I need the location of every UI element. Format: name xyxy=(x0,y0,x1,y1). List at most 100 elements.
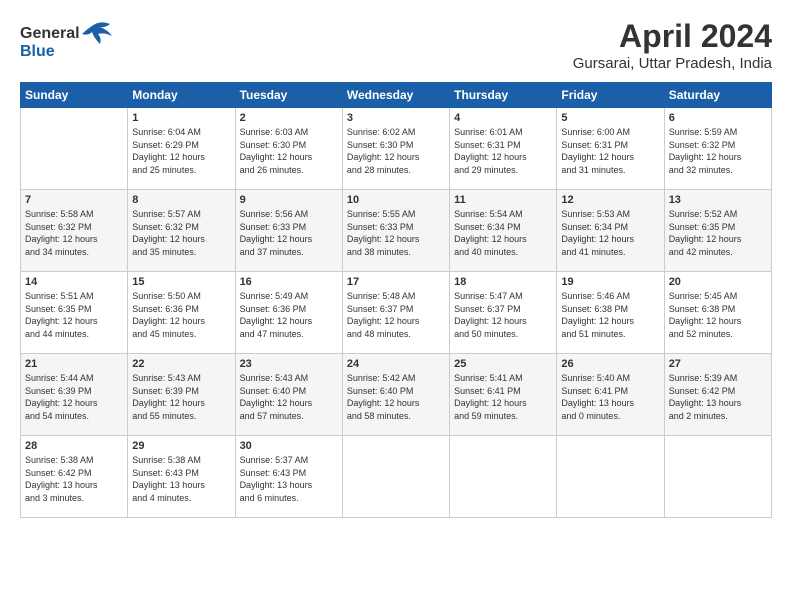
day-number: 22 xyxy=(132,358,230,370)
day-detail: Sunrise: 5:51 AM Sunset: 6:35 PM Dayligh… xyxy=(25,290,123,340)
day-detail: Sunrise: 5:37 AM Sunset: 6:43 PM Dayligh… xyxy=(240,454,338,504)
day-detail: Sunrise: 6:04 AM Sunset: 6:29 PM Dayligh… xyxy=(132,126,230,176)
day-number: 13 xyxy=(669,194,767,206)
day-detail: Sunrise: 5:48 AM Sunset: 6:37 PM Dayligh… xyxy=(347,290,445,340)
day-number: 14 xyxy=(25,276,123,288)
day-number: 26 xyxy=(561,358,659,370)
calendar-cell xyxy=(450,436,557,518)
col-header-thursday: Thursday xyxy=(450,83,557,108)
calendar-cell: 7 Sunrise: 5:58 AM Sunset: 6:32 PM Daylig… xyxy=(21,190,128,272)
calendar-cell: 20Sunrise: 5:45 AM Sunset: 6:38 PM Dayli… xyxy=(664,272,771,354)
col-header-sunday: Sunday xyxy=(21,83,128,108)
day-detail: Sunrise: 6:01 AM Sunset: 6:31 PM Dayligh… xyxy=(454,126,552,176)
header-row: SundayMondayTuesdayWednesdayThursdayFrid… xyxy=(21,83,772,108)
calendar-cell: 24 Sunrise: 5:42 AM Sunset: 6:40 PM Dayli… xyxy=(342,354,449,436)
calendar-cell: 17 Sunrise: 5:48 AM Sunset: 6:37 PM Dayli… xyxy=(342,272,449,354)
calendar-cell: 29Sunrise: 5:38 AM Sunset: 6:43 PM Dayli… xyxy=(128,436,235,518)
day-number: 18 xyxy=(454,276,552,288)
day-detail: Sunrise: 5:57 AM Sunset: 6:32 PM Dayligh… xyxy=(132,208,230,258)
calendar-cell: 30 Sunrise: 5:37 AM Sunset: 6:43 PM Dayli… xyxy=(235,436,342,518)
day-number: 30 xyxy=(240,440,338,452)
calendar-cell: 27Sunrise: 5:39 AM Sunset: 6:42 PM Dayli… xyxy=(664,354,771,436)
calendar-cell: 5 Sunrise: 6:00 AM Sunset: 6:31 PM Daylig… xyxy=(557,108,664,190)
week-row-3: 14 Sunrise: 5:51 AM Sunset: 6:35 PM Dayli… xyxy=(21,272,772,354)
day-number: 6 xyxy=(669,112,767,124)
day-detail: Sunrise: 5:41 AM Sunset: 6:41 PM Dayligh… xyxy=(454,372,552,422)
day-number: 11 xyxy=(454,194,552,206)
calendar-cell: 26 Sunrise: 5:40 AM Sunset: 6:41 PM Dayli… xyxy=(557,354,664,436)
day-detail: Sunrise: 5:59 AM Sunset: 6:32 PM Dayligh… xyxy=(669,126,767,176)
day-number: 10 xyxy=(347,194,445,206)
day-detail: Sunrise: 5:55 AM Sunset: 6:33 PM Dayligh… xyxy=(347,208,445,258)
week-row-2: 7 Sunrise: 5:58 AM Sunset: 6:32 PM Daylig… xyxy=(21,190,772,272)
svg-text:General: General xyxy=(20,25,80,42)
day-number: 23 xyxy=(240,358,338,370)
day-number: 24 xyxy=(347,358,445,370)
main-title: April 2024 xyxy=(573,18,772,55)
calendar-cell: 28Sunrise: 5:38 AM Sunset: 6:42 PM Dayli… xyxy=(21,436,128,518)
logo: General Blue xyxy=(20,18,130,71)
day-detail: Sunrise: 5:56 AM Sunset: 6:33 PM Dayligh… xyxy=(240,208,338,258)
svg-text:Blue: Blue xyxy=(20,43,55,60)
day-number: 5 xyxy=(561,112,659,124)
day-detail: Sunrise: 5:50 AM Sunset: 6:36 PM Dayligh… xyxy=(132,290,230,340)
calendar-cell: 12Sunrise: 5:53 AM Sunset: 6:34 PM Dayli… xyxy=(557,190,664,272)
day-number: 15 xyxy=(132,276,230,288)
day-number: 17 xyxy=(347,276,445,288)
calendar-cell: 9Sunrise: 5:56 AM Sunset: 6:33 PM Daylig… xyxy=(235,190,342,272)
logo-text: General Blue xyxy=(20,18,130,71)
day-number: 20 xyxy=(669,276,767,288)
calendar-cell: 6 Sunrise: 5:59 AM Sunset: 6:32 PM Daylig… xyxy=(664,108,771,190)
day-detail: Sunrise: 5:52 AM Sunset: 6:35 PM Dayligh… xyxy=(669,208,767,258)
day-detail: Sunrise: 5:44 AM Sunset: 6:39 PM Dayligh… xyxy=(25,372,123,422)
day-detail: Sunrise: 6:02 AM Sunset: 6:30 PM Dayligh… xyxy=(347,126,445,176)
day-number: 21 xyxy=(25,358,123,370)
day-detail: Sunrise: 5:38 AM Sunset: 6:43 PM Dayligh… xyxy=(132,454,230,504)
calendar-cell: 13 Sunrise: 5:52 AM Sunset: 6:35 PM Dayli… xyxy=(664,190,771,272)
day-number: 16 xyxy=(240,276,338,288)
day-detail: Sunrise: 5:39 AM Sunset: 6:42 PM Dayligh… xyxy=(669,372,767,422)
title-block: April 2024 Gursarai, Uttar Pradesh, Indi… xyxy=(573,18,772,72)
calendar-cell: 22 Sunrise: 5:43 AM Sunset: 6:39 PM Dayli… xyxy=(128,354,235,436)
day-detail: Sunrise: 6:00 AM Sunset: 6:31 PM Dayligh… xyxy=(561,126,659,176)
day-detail: Sunrise: 6:03 AM Sunset: 6:30 PM Dayligh… xyxy=(240,126,338,176)
col-header-friday: Friday xyxy=(557,83,664,108)
calendar-cell: 21 Sunrise: 5:44 AM Sunset: 6:39 PM Dayli… xyxy=(21,354,128,436)
day-detail: Sunrise: 5:42 AM Sunset: 6:40 PM Dayligh… xyxy=(347,372,445,422)
day-detail: Sunrise: 5:58 AM Sunset: 6:32 PM Dayligh… xyxy=(25,208,123,258)
calendar-cell: 10 Sunrise: 5:55 AM Sunset: 6:33 PM Dayli… xyxy=(342,190,449,272)
day-number: 7 xyxy=(25,194,123,206)
day-number: 4 xyxy=(454,112,552,124)
subtitle: Gursarai, Uttar Pradesh, India xyxy=(573,55,772,72)
calendar-cell: 1Sunrise: 6:04 AM Sunset: 6:29 PM Daylig… xyxy=(128,108,235,190)
calendar-cell: 19 Sunrise: 5:46 AM Sunset: 6:38 PM Dayli… xyxy=(557,272,664,354)
col-header-monday: Monday xyxy=(128,83,235,108)
col-header-saturday: Saturday xyxy=(664,83,771,108)
calendar-cell xyxy=(21,108,128,190)
calendar-cell: 18 Sunrise: 5:47 AM Sunset: 6:37 PM Dayli… xyxy=(450,272,557,354)
calendar-cell xyxy=(342,436,449,518)
calendar-cell: 3Sunrise: 6:02 AM Sunset: 6:30 PM Daylig… xyxy=(342,108,449,190)
calendar-cell: 23Sunrise: 5:43 AM Sunset: 6:40 PM Dayli… xyxy=(235,354,342,436)
day-detail: Sunrise: 5:40 AM Sunset: 6:41 PM Dayligh… xyxy=(561,372,659,422)
calendar-cell: 11 Sunrise: 5:54 AM Sunset: 6:34 PM Dayli… xyxy=(450,190,557,272)
day-detail: Sunrise: 5:47 AM Sunset: 6:37 PM Dayligh… xyxy=(454,290,552,340)
calendar-cell: 8Sunrise: 5:57 AM Sunset: 6:32 PM Daylig… xyxy=(128,190,235,272)
calendar-cell xyxy=(557,436,664,518)
calendar-cell: 14 Sunrise: 5:51 AM Sunset: 6:35 PM Dayli… xyxy=(21,272,128,354)
day-detail: Sunrise: 5:54 AM Sunset: 6:34 PM Dayligh… xyxy=(454,208,552,258)
day-detail: Sunrise: 5:43 AM Sunset: 6:39 PM Dayligh… xyxy=(132,372,230,422)
calendar-cell: 16 Sunrise: 5:49 AM Sunset: 6:36 PM Dayli… xyxy=(235,272,342,354)
day-number: 25 xyxy=(454,358,552,370)
col-header-tuesday: Tuesday xyxy=(235,83,342,108)
week-row-4: 21 Sunrise: 5:44 AM Sunset: 6:39 PM Dayli… xyxy=(21,354,772,436)
calendar-cell: 4 Sunrise: 6:01 AM Sunset: 6:31 PM Daylig… xyxy=(450,108,557,190)
day-number: 19 xyxy=(561,276,659,288)
day-detail: Sunrise: 5:49 AM Sunset: 6:36 PM Dayligh… xyxy=(240,290,338,340)
day-number: 28 xyxy=(25,440,123,452)
day-number: 12 xyxy=(561,194,659,206)
calendar-cell: 25 Sunrise: 5:41 AM Sunset: 6:41 PM Dayli… xyxy=(450,354,557,436)
day-detail: Sunrise: 5:46 AM Sunset: 6:38 PM Dayligh… xyxy=(561,290,659,340)
calendar-cell: 2Sunrise: 6:03 AM Sunset: 6:30 PM Daylig… xyxy=(235,108,342,190)
col-header-wednesday: Wednesday xyxy=(342,83,449,108)
